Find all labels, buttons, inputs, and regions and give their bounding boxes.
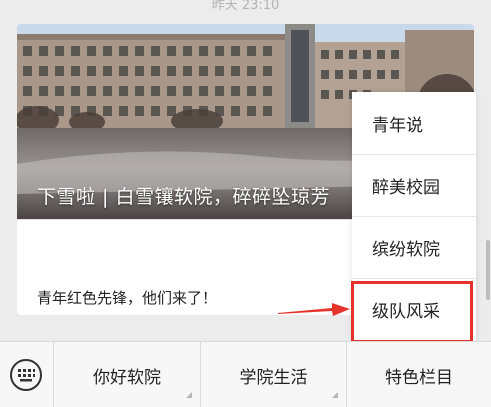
submenu-indicator-icon (186, 392, 192, 398)
submenu-item-label: 缤纷软院 (372, 240, 440, 260)
submenu-item-zuimeixiaoyuan[interactable]: 醉美校园 (352, 154, 476, 216)
menu-tab-tesecanmu[interactable]: 特色栏目 (346, 342, 491, 407)
menu-tab-label: 学院生活 (239, 367, 308, 388)
submenu-item-qingnianshuo[interactable]: 青年说 (352, 92, 476, 154)
article-cover-title: 下雪啦 | 白雪镶软院，碎碎坠琼芳 (37, 186, 330, 208)
submenu-item-label: 醉美校园 (372, 178, 440, 198)
keyboard-icon[interactable] (8, 357, 44, 393)
menu-tab-xueyuanshenghuo[interactable]: 学院生活 (200, 342, 346, 407)
chat-timestamp: 昨天 23:10 (211, 0, 280, 13)
submenu-item-binfenruanyuan[interactable]: 缤纷软院 (352, 216, 476, 278)
menu-tab-label: 特色栏目 (385, 367, 453, 388)
menu-tab-nihaoruanyuan[interactable]: 你好软院 (53, 342, 200, 407)
bottom-menu-bar: 你好软院 学院生活 特色栏目 (0, 341, 491, 407)
red-arrow-icon (278, 303, 350, 316)
sub-article-title: 青年红色先锋，他们来了！ (37, 289, 218, 307)
menu-tab-label: 你好软院 (93, 367, 161, 388)
scrollbar[interactable] (486, 240, 490, 300)
submenu-indicator-icon (332, 392, 338, 398)
submenu-item-label: 青年说 (372, 115, 423, 136)
highlight-box (351, 281, 473, 343)
